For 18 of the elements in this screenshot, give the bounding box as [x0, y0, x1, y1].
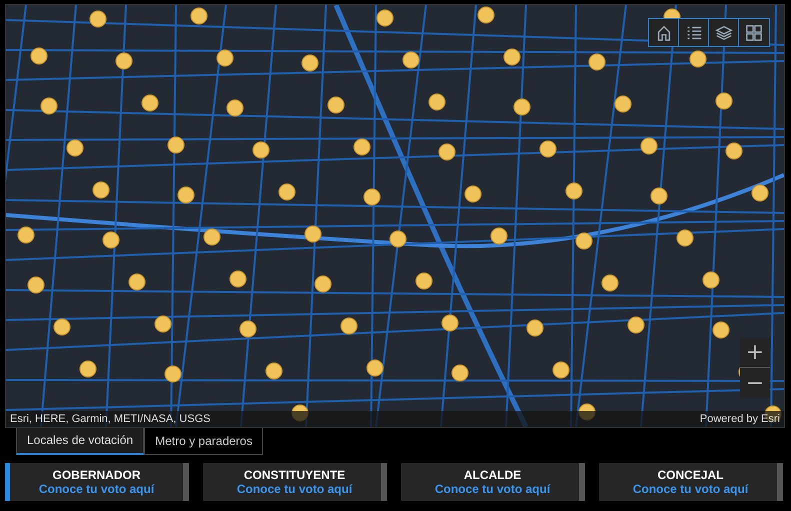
card-link[interactable]: Conoce tu voto aquí — [632, 482, 748, 496]
election-card[interactable]: GOBERNADOR Conoce tu voto aquí — [5, 463, 189, 501]
tab[interactable]: Metro y paraderos — [144, 428, 264, 455]
card-title: ALCALDE — [464, 468, 522, 482]
card-link[interactable]: Conoce tu voto aquí — [434, 482, 550, 496]
grid-icon — [745, 24, 763, 42]
powered-by-text: Powered by Esri — [700, 413, 780, 425]
card-link[interactable]: Conoce tu voto aquí — [38, 482, 154, 496]
election-card[interactable]: ALCALDE Conoce tu voto aquí — [401, 463, 585, 501]
card-link[interactable]: Conoce tu voto aquí — [236, 482, 352, 496]
election-card[interactable]: CONCEJAL Conoce tu voto aquí — [599, 463, 783, 501]
attribution-text: Esri, HERE, Garmin, METI/NASA, USGS — [10, 413, 210, 425]
card-title: GOBERNADOR — [52, 468, 140, 482]
election-card[interactable]: CONSTITUYENTE Conoce tu voto aquí — [203, 463, 387, 501]
layers-icon — [714, 24, 732, 42]
card-title: CONCEJAL — [657, 468, 724, 482]
card-title: CONSTITUYENTE — [244, 468, 346, 482]
tab[interactable]: Locales de votación — [16, 428, 144, 455]
